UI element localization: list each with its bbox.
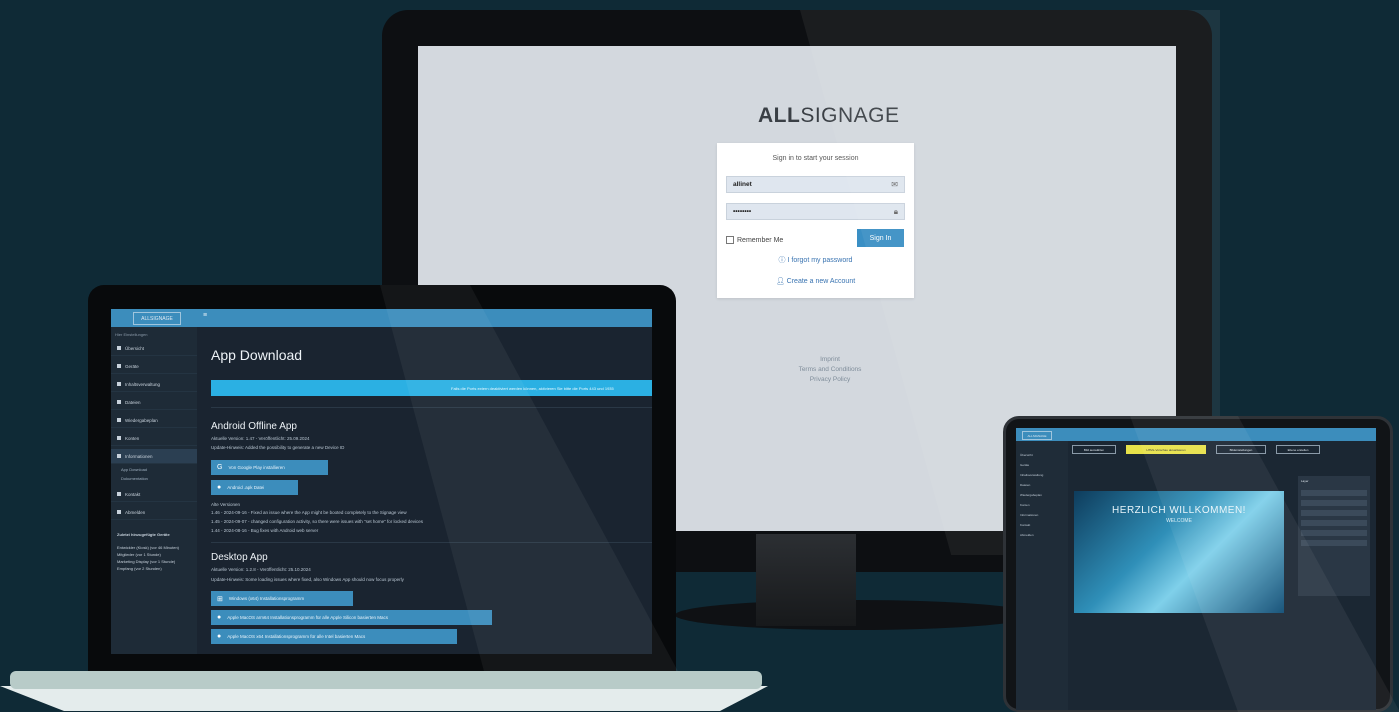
old-versions-title: Alte Versionen xyxy=(211,502,241,507)
sidebar-item-content[interactable]: Inhaltsverwaltung xyxy=(111,377,197,392)
sidebar-header: Hier Einstellungen xyxy=(115,332,148,337)
remember-checkbox[interactable] xyxy=(726,236,734,244)
panel-row[interactable] xyxy=(1301,530,1367,536)
sidebar-sub-docs[interactable]: Dokumentation xyxy=(111,474,197,483)
tablet-side-item[interactable]: Dateien xyxy=(1020,481,1064,489)
stat-line: Marketing Display (vor 1 Stunde) xyxy=(117,559,176,564)
logout-icon xyxy=(117,510,121,514)
google-icon: G xyxy=(217,464,223,471)
sidebar-item-logout[interactable]: Abmelden xyxy=(111,505,197,520)
sidebar-item-overview[interactable]: Übersicht xyxy=(111,341,197,356)
remember-label: Remember Me xyxy=(737,236,784,244)
tablet-side-item[interactable]: Konten xyxy=(1020,501,1064,509)
stats-title: Zuletzt hinzugefügte Geräte xyxy=(117,532,170,537)
panel-row[interactable] xyxy=(1301,520,1367,526)
tablet-side-item[interactable]: Wiedergabeplan xyxy=(1020,491,1064,499)
old-version-line: 1.44 - 2024-08-16 - Bug fixes with Andro… xyxy=(211,528,319,533)
envelope-icon xyxy=(117,492,121,496)
tablet-sidebar: Übersicht Geräte Inhaltsverwaltung Datei… xyxy=(1016,441,1068,710)
tablet-side-item[interactable]: Informationen xyxy=(1020,511,1064,519)
sidebar-item-files[interactable]: Dateien xyxy=(111,395,197,410)
sidebar-sub-app-download[interactable]: App Download xyxy=(111,465,197,474)
desktop-version: Aktuelle Version: 1.2.8 - Veröffentlicht… xyxy=(211,567,311,572)
stat-line: Entwickler (Kiosk) (vor 46 Minuten) xyxy=(117,545,180,550)
user-plus-icon: 👤︎ xyxy=(775,278,787,285)
laptop-keyboard-deck xyxy=(10,671,762,689)
info-icon xyxy=(117,454,121,458)
device-icon xyxy=(117,364,121,368)
tablet-side-item[interactable]: Kontakt xyxy=(1020,521,1064,529)
tablet-toolbar-button[interactable]: Bild auswählen xyxy=(1072,445,1116,454)
apple-icon: ● xyxy=(217,614,222,621)
panel-row[interactable] xyxy=(1301,510,1367,516)
android-icon: ● xyxy=(217,484,222,491)
laptop-base xyxy=(0,686,768,711)
panel-row[interactable] xyxy=(1301,490,1367,496)
mac-arm-installer-button[interactable]: ● Apple MacOS arm64 Installationsprogramm… xyxy=(211,610,492,625)
laptop-sidebar: Hier Einstellungen Übersicht Geräte Inha… xyxy=(111,327,197,654)
users-icon xyxy=(117,436,121,440)
windows-installer-button[interactable]: ⊞ Windows (x64) Installationsprogramm xyxy=(211,591,353,606)
hamburger-icon[interactable]: ≡ xyxy=(203,312,207,319)
sidebar-item-contact[interactable]: Kontakt xyxy=(111,487,197,502)
old-version-line: 1.45 - 2024-09-07 - changed configuratio… xyxy=(211,519,423,524)
file-icon xyxy=(117,400,121,404)
laptop-topbar: ALLSIGNAGE ≡ xyxy=(111,309,652,327)
sidebar-item-information[interactable]: Informationen xyxy=(111,449,197,464)
calendar-icon xyxy=(117,418,121,422)
google-play-button[interactable]: G Von Google Play installieren xyxy=(211,460,328,475)
username-value: allinet xyxy=(733,181,752,188)
tablet-side-item[interactable]: Geräte xyxy=(1020,461,1064,469)
laptop-logo[interactable]: ALLSIGNAGE xyxy=(133,312,181,325)
monitor-stand-neck xyxy=(756,534,856,626)
desktop-update-note: Update-Hinweis: Some loading issues wher… xyxy=(211,577,404,582)
remember-me[interactable]: Remember Me xyxy=(726,236,783,244)
stat-line: Mitglieder (vor 1 Stunde) xyxy=(117,552,161,557)
tablet-logo[interactable]: ALLSIGNAGE xyxy=(1022,431,1052,440)
android-version: Aktuelle Version: 1.47 - Veröffentlicht:… xyxy=(211,436,310,441)
panel-title: Layer xyxy=(1301,479,1309,483)
tablet-side-item[interactable]: Übersicht xyxy=(1020,451,1064,459)
stat-line: Empfang (vor 2 Stunden) xyxy=(117,566,162,571)
windows-icon: ⊞ xyxy=(217,595,223,603)
apple-icon: ● xyxy=(217,633,222,640)
tablet-side-item[interactable]: Abmelden xyxy=(1020,531,1064,539)
android-title: Android Offline App xyxy=(211,421,297,432)
android-apk-button[interactable]: ● Android .apk Datei xyxy=(211,480,298,495)
android-update-note: Update-Hinweis: Added the possibility to… xyxy=(211,445,345,450)
page-title: App Download xyxy=(211,347,303,363)
password-value: •••••••• xyxy=(733,208,752,215)
panel-row[interactable] xyxy=(1301,540,1367,546)
desktop-title: Desktop App xyxy=(211,552,268,563)
sidebar-item-schedule[interactable]: Wiedergabeplan xyxy=(111,413,197,428)
old-version-line: 1.46 - 2024-09-16 - Fixed an issue where… xyxy=(211,510,407,515)
monitor-icon xyxy=(117,382,121,386)
tablet-side-item[interactable]: Inhaltsverwaltung xyxy=(1020,471,1064,479)
tablet-toolbar-button[interactable]: Ebene erstellen xyxy=(1276,445,1320,454)
panel-row[interactable] xyxy=(1301,500,1367,506)
dashboard-icon xyxy=(117,346,121,350)
sidebar-item-accounts[interactable]: Konten xyxy=(111,431,197,446)
sidebar-item-devices[interactable]: Geräte xyxy=(111,359,197,374)
mac-x64-installer-button[interactable]: ● Apple MacOS x64 Installationsprogramm f… xyxy=(211,629,457,644)
